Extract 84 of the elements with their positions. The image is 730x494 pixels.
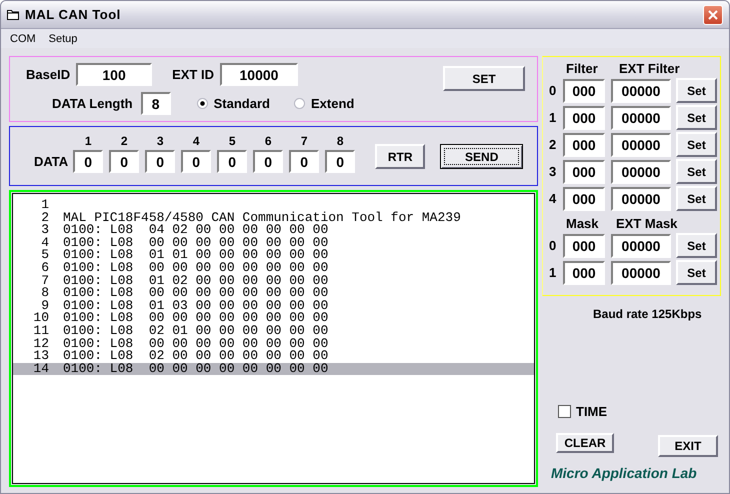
column-header: EXT Mask <box>616 216 678 230</box>
ext-filter-field[interactable]: 00000 <box>611 186 671 210</box>
close-button[interactable] <box>703 4 723 24</box>
log-line[interactable]: 4 0100: L08 00 00 00 00 00 00 00 00 <box>13 236 534 250</box>
log-line[interactable]: 10 0100: L08 00 00 00 00 00 00 00 00 <box>13 312 534 325</box>
set-button[interactable]: Set <box>676 233 717 258</box>
byte-index: 8 <box>336 134 344 148</box>
log-line[interactable]: 2 MAL PIC18F458/4580 CAN Communication Tool for MA239 <box>13 212 534 224</box>
log-line[interactable]: 8 0100: L08 00 00 00 00 00 00 00 00 <box>13 287 534 300</box>
set-button[interactable]: Set <box>676 186 717 211</box>
field-label: BaseID <box>26 67 70 82</box>
log-line[interactable]: 12 0100: L08 00 00 00 00 00 00 00 00 <box>13 338 534 350</box>
log-line[interactable]: 5 0100: L08 01 01 00 00 00 00 00 00 <box>13 249 534 262</box>
byte-index: 5 <box>228 134 236 148</box>
byte-field[interactable]: 0 <box>109 150 140 173</box>
byte-index: 1 <box>84 134 92 148</box>
byte-field[interactable]: 0 <box>289 150 320 173</box>
ext-filter-field[interactable]: 00000 <box>611 160 671 184</box>
filter-field[interactable]: 000 <box>563 186 605 210</box>
byte-field[interactable]: 0 <box>145 150 176 173</box>
row-index: 1 <box>549 110 558 125</box>
radio-button[interactable]: Standard <box>196 96 270 111</box>
window-icon <box>7 9 19 20</box>
field-label: DATA Length <box>52 96 133 111</box>
byte-index: 7 <box>300 134 308 148</box>
time-checkbox[interactable]: TIME <box>558 404 721 419</box>
set-button[interactable]: SET <box>443 66 525 91</box>
field-label: DATA <box>34 154 68 169</box>
mask-field[interactable]: 000 <box>563 260 605 284</box>
input-field[interactable]: 8 <box>140 92 171 115</box>
row-index: 1 <box>549 265 558 280</box>
set-button[interactable]: Set <box>676 105 717 130</box>
logo-text: Micro Application Lab <box>551 465 698 481</box>
menu-item[interactable]: Setup <box>48 32 78 44</box>
input-field[interactable]: 100 <box>76 63 152 86</box>
log-line[interactable]: 7 0100: L08 01 02 00 00 00 00 00 00 <box>13 274 534 288</box>
set-button[interactable]: Set <box>676 78 717 103</box>
byte-field[interactable]: 0 <box>325 150 356 173</box>
filter-field[interactable]: 000 <box>563 160 605 184</box>
ext-filter-field[interactable]: 00000 <box>611 132 671 156</box>
filter-field[interactable]: 000 <box>563 132 605 156</box>
rtr-button[interactable]: RTR <box>375 144 426 169</box>
menu-item[interactable]: COM <box>10 32 36 44</box>
byte-field[interactable]: 0 <box>217 150 248 173</box>
set-button[interactable]: Set <box>676 132 717 157</box>
column-header: Mask <box>566 216 600 230</box>
filter-field[interactable]: 000 <box>563 78 605 102</box>
filter-field[interactable]: 000 <box>563 106 605 130</box>
close-icon <box>708 10 718 20</box>
log-line[interactable]: 11 0100: L08 02 01 00 00 00 00 00 00 <box>13 324 534 338</box>
byte-index: 3 <box>156 134 164 148</box>
log-line[interactable]: 6 0100: L08 00 00 00 00 00 00 00 00 <box>13 262 534 275</box>
byte-field[interactable]: 0 <box>253 150 284 173</box>
ext-filter-field[interactable]: 00000 <box>611 106 671 130</box>
log-line[interactable]: 9 0100: L08 01 03 00 00 00 00 00 00 <box>13 300 534 312</box>
row-index: 4 <box>549 191 558 206</box>
log-line[interactable]: 13 0100: L08 02 00 00 00 00 00 00 00 <box>13 350 534 363</box>
log-line[interactable]: 3 0100: L08 04 02 00 00 00 00 00 00 <box>13 224 534 237</box>
set-button[interactable]: Set <box>676 159 717 184</box>
row-index: 0 <box>549 83 558 98</box>
byte-field[interactable]: 0 <box>181 150 212 173</box>
window-title: MAL CAN Tool <box>25 7 122 22</box>
byte-index: 4 <box>192 134 200 148</box>
send-button[interactable]: SEND <box>440 144 524 169</box>
ext-mask-field[interactable]: 00000 <box>611 260 671 284</box>
radio-button[interactable]: Extend <box>294 96 354 111</box>
exit-button[interactable]: EXIT <box>658 435 718 457</box>
byte-index: 6 <box>264 134 272 148</box>
ext-mask-field[interactable]: 00000 <box>611 234 671 258</box>
byte-field[interactable]: 0 <box>73 150 104 173</box>
column-header: Filter <box>566 60 599 76</box>
field-label: EXT ID <box>172 67 214 82</box>
input-field[interactable]: 10000 <box>220 63 298 86</box>
row-index: 0 <box>549 238 558 253</box>
mask-field[interactable]: 000 <box>563 234 605 258</box>
row-index: 3 <box>549 164 558 179</box>
byte-index: 2 <box>120 134 128 148</box>
clear-button[interactable]: CLEAR <box>556 433 614 453</box>
column-header: EXT Filter <box>619 60 680 76</box>
log-line[interactable]: 1 <box>13 199 534 212</box>
row-index: 2 <box>549 137 558 152</box>
set-button[interactable]: Set <box>676 260 717 285</box>
baud-rate-text: Baud rate 125Kbps <box>593 307 703 321</box>
ext-filter-field[interactable]: 00000 <box>611 78 671 102</box>
